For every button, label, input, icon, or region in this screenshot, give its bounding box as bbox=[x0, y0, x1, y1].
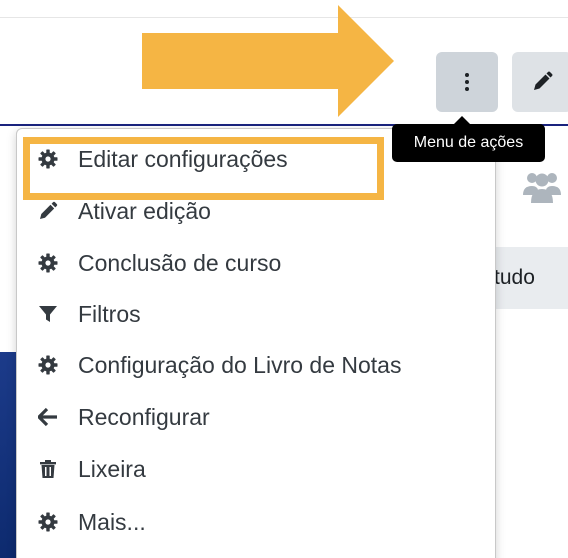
annotation-arrow-icon bbox=[142, 5, 394, 117]
menu-item-label: Lixeira bbox=[78, 455, 146, 482]
actions-menu-button[interactable] bbox=[436, 52, 498, 112]
course-banner-edge bbox=[0, 352, 16, 558]
kebab-icon bbox=[465, 73, 469, 91]
menu-item-reset[interactable]: Reconfigurar bbox=[36, 397, 210, 437]
menu-item-toggle-editing[interactable]: Ativar edição bbox=[36, 191, 211, 231]
menu-item-label: Reconfigurar bbox=[78, 403, 210, 430]
menu-item-recycle-bin[interactable]: Lixeira bbox=[36, 449, 146, 489]
tab-label: tudo bbox=[494, 266, 535, 289]
edit-mode-button[interactable] bbox=[512, 52, 568, 112]
menu-item-gradebook-setup[interactable]: Configuração do Livro de Notas bbox=[36, 345, 401, 385]
menu-item-label: Ativar edição bbox=[78, 197, 211, 224]
gear-icon bbox=[36, 510, 60, 534]
menu-item-label: Editar configurações bbox=[78, 145, 288, 172]
menu-item-filters[interactable]: Filtros bbox=[36, 294, 141, 334]
trash-icon bbox=[36, 457, 60, 481]
menu-item-label: Mais... bbox=[78, 508, 146, 535]
menu-item-label: Conclusão de curso bbox=[78, 249, 282, 276]
gear-icon bbox=[36, 251, 60, 275]
gear-icon bbox=[36, 147, 60, 171]
menu-item-course-completion[interactable]: Conclusão de curso bbox=[36, 243, 281, 283]
arrow-left-icon bbox=[36, 405, 60, 429]
menu-item-label: Configuração do Livro de Notas bbox=[78, 351, 402, 378]
actions-menu-tooltip: Menu de ações bbox=[392, 116, 545, 162]
pencil-icon bbox=[534, 71, 553, 90]
gear-icon bbox=[36, 353, 60, 377]
pencil-icon bbox=[36, 199, 60, 223]
menu-item-edit-settings[interactable]: Editar configurações bbox=[36, 139, 288, 179]
menu-item-label: Filtros bbox=[78, 300, 141, 327]
participants-icon[interactable] bbox=[522, 169, 562, 203]
menu-item-more[interactable]: Mais... bbox=[36, 502, 146, 542]
filter-icon bbox=[36, 302, 60, 326]
